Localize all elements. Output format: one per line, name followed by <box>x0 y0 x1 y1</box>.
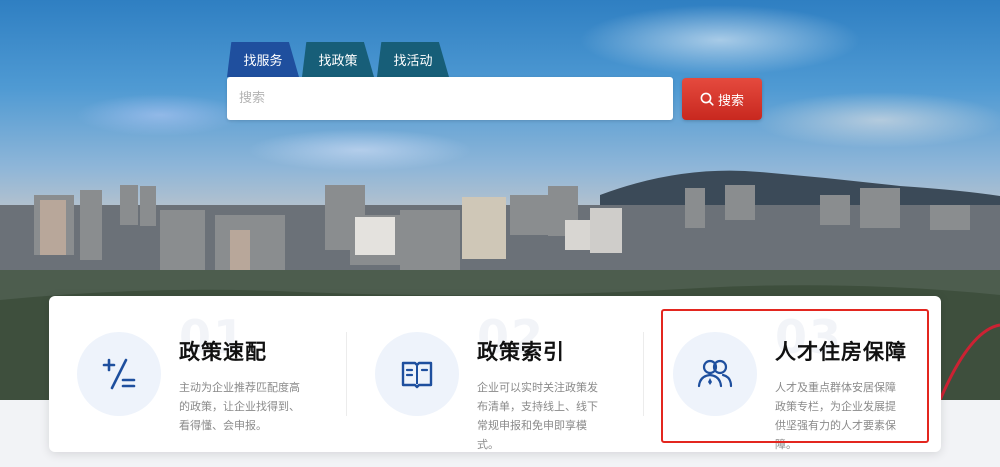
card-icon-circle <box>673 332 757 416</box>
tab-find-activity[interactable]: 找活动 <box>377 42 449 77</box>
card-title: 政策速配 <box>179 340 267 364</box>
search-button-label: 搜索 <box>717 93 744 109</box>
card-description: 主动为企业推荐匹配度高的政策，让企业找得到、看得懂、会申报。 <box>179 381 300 432</box>
card-talent-housing[interactable]: 03 人才住房保障 人才及重点群体安居保障政策专栏，为企业发展提供坚强有力的人才… <box>645 296 941 452</box>
tab-find-policy[interactable]: 找政策 <box>302 42 374 77</box>
card-description: 人才及重点群体安居保障政策专栏，为企业发展提供坚强有力的人才要素保障。 <box>775 381 896 451</box>
open-book-icon <box>401 361 433 389</box>
card-title: 人才住房保障 <box>775 340 907 364</box>
plus-minus-equals-icon <box>102 358 136 390</box>
card-title: 政策索引 <box>477 340 565 364</box>
card-icon-circle <box>77 332 161 416</box>
service-cards-panel: 01 政策速配 主动为企业推荐匹配度高的政策，让企业找得到、看得懂、会申报。 0… <box>49 296 941 452</box>
card-icon-circle <box>375 332 459 416</box>
tab-find-service[interactable]: 找服务 <box>227 42 299 77</box>
people-icon <box>697 359 733 388</box>
search-button[interactable]: 搜索 <box>682 78 762 120</box>
search-input[interactable] <box>227 77 671 120</box>
search-tabs: 找服务 找政策 找活动 <box>227 42 449 77</box>
search-box <box>227 77 673 120</box>
search-icon <box>700 92 714 106</box>
card-description: 企业可以实时关注政策发布清单，支持线上、线下常规申报和免申即享模式。 <box>477 381 598 451</box>
card-policy-match[interactable]: 01 政策速配 主动为企业推荐匹配度高的政策，让企业找得到、看得懂、会申报。 <box>49 296 345 452</box>
card-policy-index[interactable]: 02 政策索引 企业可以实时关注政策发布清单，支持线上、线下常规申报和免申即享模… <box>347 296 643 452</box>
divider <box>643 332 644 416</box>
